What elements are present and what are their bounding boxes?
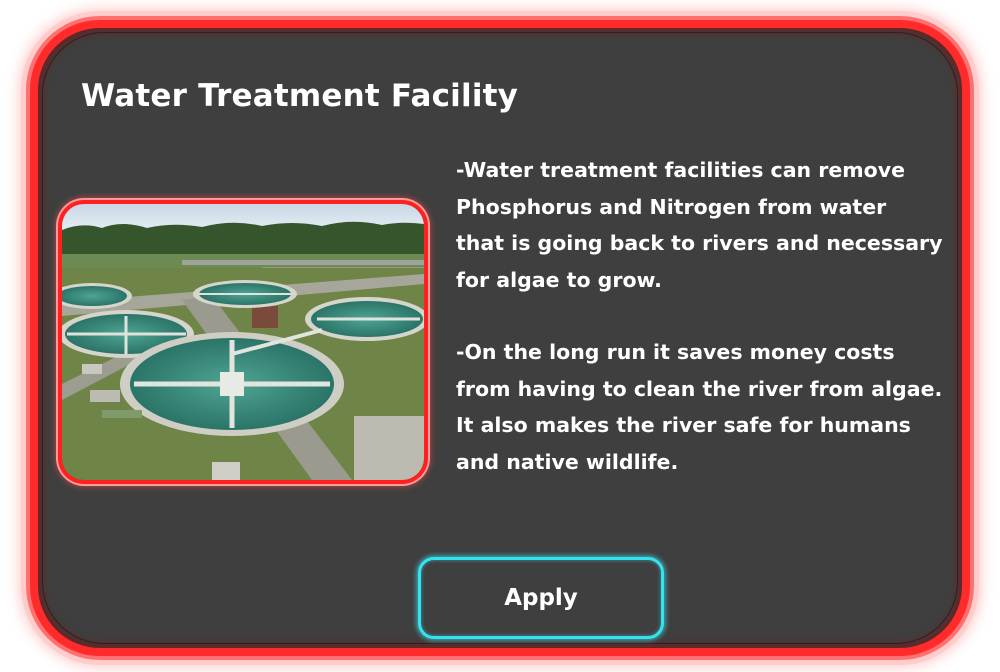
apply-button[interactable]: Apply	[418, 557, 664, 639]
water-treatment-plant-image	[62, 204, 424, 480]
info-dialog: Water Treatment Facility -Water treatmen…	[30, 20, 970, 656]
description-paragraph-1: -Water treatment facilities can remove P…	[456, 158, 943, 292]
facility-photo	[58, 200, 428, 484]
dialog-title: Water Treatment Facility	[81, 78, 519, 114]
dialog-description: -Water treatment facilities can remove P…	[456, 152, 956, 480]
description-paragraph-2: -On the long run it saves money costs fr…	[456, 340, 943, 474]
